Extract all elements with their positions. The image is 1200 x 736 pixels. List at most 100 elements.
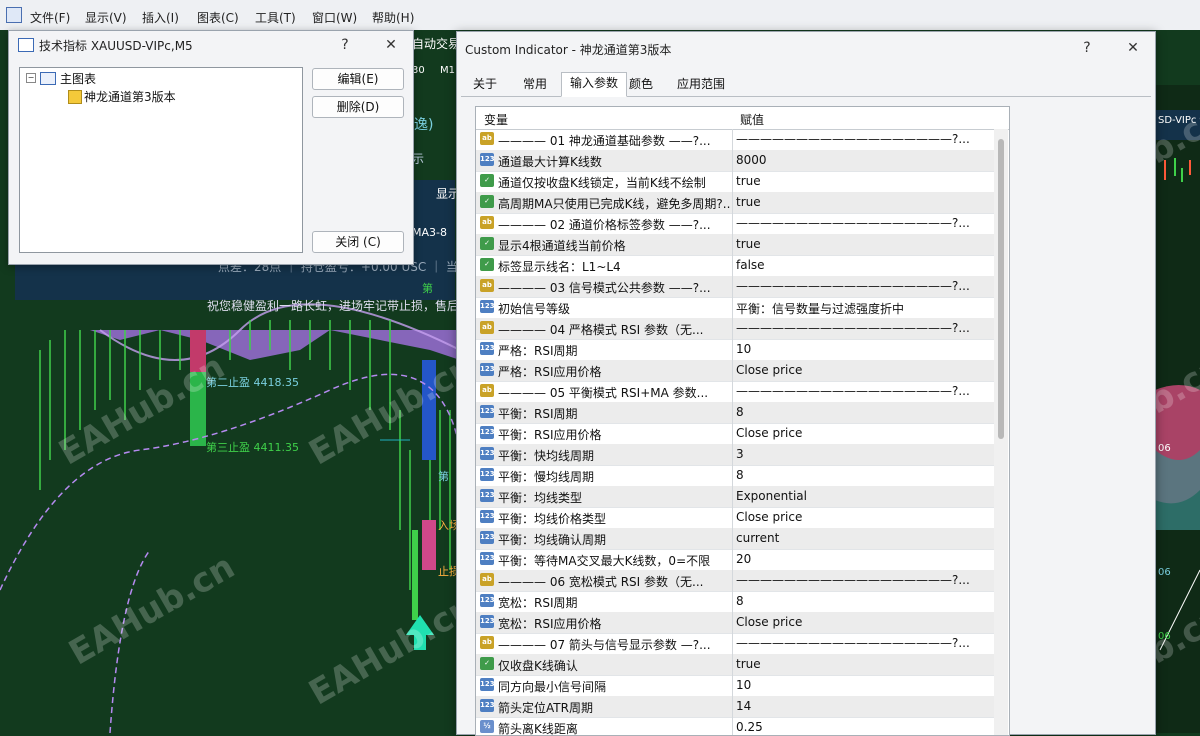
param-value[interactable]: false <box>736 258 988 272</box>
table-row[interactable]: 123 平衡：均线确认周期 current <box>476 528 994 550</box>
table-row[interactable]: 123 初始信号等级 平衡：信号数量与过滤强度折中 <box>476 297 994 319</box>
table-row[interactable]: 123 宽松：RSI周期 8 <box>476 591 994 613</box>
edit-button[interactable]: 编辑(E) <box>312 68 404 90</box>
table-row[interactable]: ✓ 高周期MA只使用已完成K线，避免多周期?... true <box>476 192 994 214</box>
menu-window[interactable]: 窗口(W) <box>312 9 357 26</box>
table-row[interactable]: 123 平衡：均线类型 Exponential <box>476 486 994 508</box>
param-value[interactable]: ——————————————————?... <box>736 216 988 230</box>
param-value[interactable]: 8000 <box>736 153 988 167</box>
param-value[interactable]: true <box>736 195 988 209</box>
tab-bar: 关于 常用 输入参数 颜色 应用范围 <box>461 72 1151 97</box>
param-name: 同方向最小信号间隔 <box>498 680 607 694</box>
menu-insert[interactable]: 插入(I) <box>142 9 179 26</box>
indicator-tree: − 主图表 神龙通道第3版本 <box>19 67 303 253</box>
param-value[interactable]: Close price <box>736 363 988 377</box>
table-row[interactable]: 123 平衡：RSI应用价格 Close price <box>476 423 994 445</box>
param-value[interactable]: current <box>736 531 988 545</box>
int-type-icon: 123 <box>480 489 494 502</box>
table-row[interactable]: ab ———— 07 箭头与信号显示参数 —?... ———————————————… <box>476 633 994 655</box>
param-value[interactable]: true <box>736 237 988 251</box>
help-button[interactable]: ? <box>1073 37 1101 59</box>
param-value[interactable]: 平衡：信号数量与过滤强度折中 <box>736 300 988 317</box>
table-row[interactable]: 123 平衡：RSI周期 8 <box>476 402 994 424</box>
table-row[interactable]: ab ———— 06 宽松模式 RSI 参数（无... ——————————————… <box>476 570 994 592</box>
param-value[interactable]: ——————————————————?... <box>736 132 988 146</box>
table-row[interactable]: 123 平衡：快均线周期 3 <box>476 444 994 466</box>
vertical-scrollbar[interactable] <box>994 129 1008 735</box>
int-type-icon: 123 <box>480 153 494 166</box>
tab-visualization[interactable]: 应用范围 <box>669 74 733 95</box>
table-row[interactable]: 123 严格：RSI应用价格 Close price <box>476 360 994 382</box>
auto-trade-label[interactable]: 自动交易 <box>412 35 460 52</box>
table-row[interactable]: 123 通道最大计算K线数 8000 <box>476 150 994 172</box>
table-row[interactable]: 123 严格：RSI周期 10 <box>476 339 994 361</box>
table-row[interactable]: ✓ 显示4根通道线当前价格 true <box>476 234 994 256</box>
param-value[interactable]: ——————————————————?... <box>736 573 988 587</box>
tab-about[interactable]: 关于 <box>465 74 505 95</box>
tab-inputs[interactable]: 输入参数 <box>561 72 628 97</box>
table-row[interactable]: ✓ 通道仅按收盘K线锁定，当前K线不绘制 true <box>476 171 994 193</box>
scrollbar-thumb[interactable] <box>998 139 1004 439</box>
int-type-icon: 123 <box>480 468 494 481</box>
param-value[interactable]: ——————————————————?... <box>736 279 988 293</box>
str-type-icon: ab <box>480 132 494 145</box>
column-divider <box>732 444 733 465</box>
param-value[interactable]: 10 <box>736 678 988 692</box>
table-row[interactable]: ✓ 标签显示线名：L1~L4 false <box>476 255 994 277</box>
param-value[interactable]: Exponential <box>736 489 988 503</box>
column-variable[interactable]: 变量 <box>484 111 508 128</box>
table-row[interactable]: ab ———— 03 信号模式公共参数 ——?... ———————————————… <box>476 276 994 298</box>
param-value[interactable]: Close price <box>736 615 988 629</box>
tree-indicator-item[interactable]: 神龙通道第3版本 <box>84 88 176 105</box>
table-row[interactable]: ✓ 仅收盘K线确认 true <box>476 654 994 676</box>
table-row[interactable]: 123 同方向最小信号间隔 10 <box>476 675 994 697</box>
table-row[interactable]: ab ———— 04 严格模式 RSI 参数（无... ——————————————… <box>476 318 994 340</box>
table-row[interactable]: ab ———— 01 神龙通道基础参数 ——?... ———————————————… <box>476 129 994 151</box>
param-value[interactable]: 10 <box>736 342 988 356</box>
table-row[interactable]: ab ———— 05 平衡模式 RSI+MA 参数... —————————————… <box>476 381 994 403</box>
column-value[interactable]: 赋值 <box>740 111 764 128</box>
table-row[interactable]: ab ———— 02 通道价格标签参数 ——?... ———————————————… <box>476 213 994 235</box>
table-row[interactable]: 123 平衡：慢均线周期 8 <box>476 465 994 487</box>
param-value[interactable]: 8 <box>736 468 988 482</box>
close-icon[interactable]: ✕ <box>377 34 405 56</box>
param-value[interactable]: true <box>736 174 988 188</box>
menu-file[interactable]: 文件(F) <box>30 9 70 26</box>
table-row[interactable]: 123 平衡：均线价格类型 Close price <box>476 507 994 529</box>
menu-tools[interactable]: 工具(T) <box>255 9 296 26</box>
param-value[interactable]: 3 <box>736 447 988 461</box>
param-value[interactable]: Close price <box>736 510 988 524</box>
param-name: ———— 02 通道价格标签参数 ——?... <box>498 218 711 232</box>
timeframe-m1[interactable]: M1 <box>440 65 455 76</box>
param-value[interactable]: 14 <box>736 699 988 713</box>
param-value[interactable]: 20 <box>736 552 988 566</box>
param-value[interactable]: ——————————————————?... <box>736 384 988 398</box>
tab-common[interactable]: 常用 <box>515 74 555 95</box>
delete-button[interactable]: 删除(D) <box>312 96 404 118</box>
param-value[interactable]: Close price <box>736 426 988 440</box>
table-row[interactable]: 123 平衡：等待MA交叉最大K线数，0=不限 20 <box>476 549 994 571</box>
close-button[interactable]: 关闭 (C) <box>312 231 404 253</box>
param-value[interactable]: 8 <box>736 594 988 608</box>
column-divider <box>732 549 733 570</box>
menu-help[interactable]: 帮助(H) <box>372 9 414 26</box>
param-value[interactable]: ——————————————————?... <box>736 321 988 335</box>
column-divider <box>732 465 733 486</box>
param-value[interactable]: true <box>736 657 988 671</box>
menu-view[interactable]: 显示(V) <box>85 9 127 26</box>
param-value[interactable]: ——————————————————?... <box>736 636 988 650</box>
param-value[interactable]: 0.25 <box>736 720 988 734</box>
column-divider <box>732 528 733 549</box>
table-row[interactable]: ½ 箭头离K线距离 0.25 <box>476 717 994 735</box>
column-divider <box>732 717 733 735</box>
param-value[interactable]: 8 <box>736 405 988 419</box>
table-row[interactable]: 123 箭头定位ATR周期 14 <box>476 696 994 718</box>
close-icon[interactable]: ✕ <box>1119 37 1147 59</box>
tree-root[interactable]: 主图表 <box>60 70 96 87</box>
param-name: 平衡：均线确认周期 <box>498 533 607 547</box>
tree-collapse-icon[interactable]: − <box>26 73 36 83</box>
table-row[interactable]: 123 宽松：RSI应用价格 Close price <box>476 612 994 634</box>
tab-colors[interactable]: 颜色 <box>621 74 661 95</box>
menu-chart[interactable]: 图表(C) <box>197 9 239 26</box>
help-button[interactable]: ? <box>331 34 359 56</box>
